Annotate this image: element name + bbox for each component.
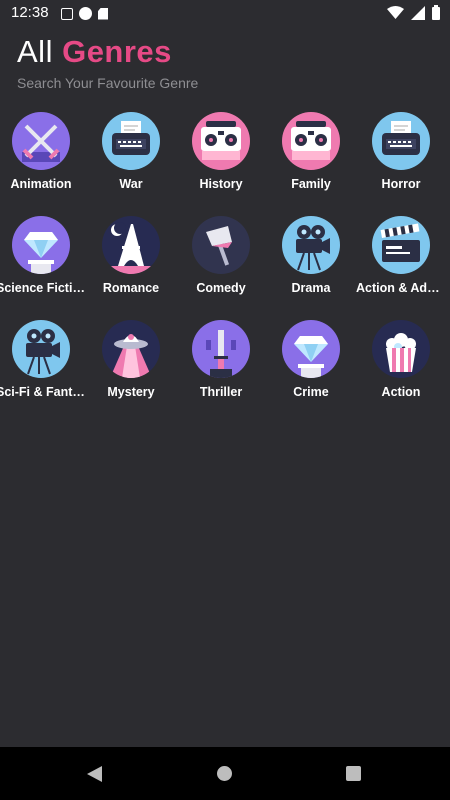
typewriter-icon[interactable] — [372, 112, 430, 170]
genre-item-action-adventure[interactable]: Action & Adventure — [356, 216, 446, 295]
eiffel-tower-icon[interactable] — [102, 216, 160, 274]
sd-card-icon — [98, 7, 108, 20]
genre-item-drama[interactable]: Drama — [266, 216, 356, 295]
typewriter-icon[interactable] — [102, 112, 160, 170]
system-icons — [387, 5, 440, 20]
battery-icon — [432, 5, 440, 20]
genre-item-war[interactable]: War — [86, 112, 176, 191]
genre-label: War — [119, 177, 143, 191]
genre-label: Comedy — [196, 281, 246, 295]
navigation-bar — [0, 747, 450, 800]
genre-item-history[interactable]: History — [176, 112, 266, 191]
genre-item-science-fiction[interactable]: Science Fiction — [0, 216, 86, 295]
genre-label: Science Fiction — [0, 281, 86, 295]
genre-label: Thriller — [199, 385, 243, 399]
boombox-icon[interactable] — [282, 112, 340, 170]
genre-item-crime[interactable]: Crime — [266, 320, 356, 399]
genre-label: Romance — [102, 281, 160, 295]
film-camera-icon[interactable] — [12, 320, 70, 378]
genre-label: Sci-Fi & Fantasy — [0, 385, 86, 399]
ufo-icon[interactable] — [102, 320, 160, 378]
title-genres: Genres — [62, 34, 172, 69]
back-icon[interactable] — [87, 766, 102, 782]
genre-item-sci-fi-fantasy[interactable]: Sci-Fi & Fantasy — [0, 320, 86, 399]
genre-label: Action & Adventure — [356, 281, 446, 295]
genre-label: Crime — [293, 385, 329, 399]
genre-item-comedy[interactable]: Comedy — [176, 216, 266, 295]
genre-item-family[interactable]: Family — [266, 112, 356, 191]
genre-label: Mystery — [107, 385, 155, 399]
diamond-pedestal-icon[interactable] — [12, 216, 70, 274]
genre-item-action[interactable]: Action — [356, 320, 446, 399]
genre-item-romance[interactable]: Romance — [86, 216, 176, 295]
page-subtitle: Search Your Favourite Genre — [17, 75, 199, 91]
status-time: 12:38 — [11, 4, 49, 21]
genre-label: Drama — [291, 281, 331, 295]
boombox-icon[interactable] — [192, 112, 250, 170]
a-notification-icon: A — [61, 7, 73, 20]
crossed-swords-icon[interactable] — [12, 112, 70, 170]
genre-item-horror[interactable]: Horror — [356, 112, 446, 191]
knife-icon[interactable] — [192, 320, 250, 378]
genre-label: Animation — [10, 177, 72, 191]
film-camera-icon[interactable] — [282, 216, 340, 274]
genre-label: History — [199, 177, 243, 191]
genre-item-mystery[interactable]: Mystery — [86, 320, 176, 399]
diamond-pedestal-icon[interactable] — [282, 320, 340, 378]
genre-item-animation[interactable]: Animation — [0, 112, 86, 191]
popcorn-icon[interactable] — [372, 320, 430, 378]
home-icon[interactable] — [217, 766, 232, 781]
title-all: All — [17, 34, 63, 69]
wifi-icon — [387, 5, 404, 19]
recents-icon[interactable] — [346, 766, 361, 781]
genre-label: Horror — [381, 177, 421, 191]
genre-label: Action — [381, 385, 421, 399]
genre-item-thriller[interactable]: Thriller — [176, 320, 266, 399]
page-title: All Genres — [17, 34, 172, 70]
notification-icons: A — [61, 7, 108, 20]
status-bar: 12:38 A — [0, 0, 450, 26]
axe-icon[interactable] — [192, 216, 250, 274]
f-notification-icon — [79, 7, 92, 20]
clapperboard-icon[interactable] — [372, 216, 430, 274]
genre-label: Family — [291, 177, 331, 191]
signal-icon — [411, 5, 425, 20]
